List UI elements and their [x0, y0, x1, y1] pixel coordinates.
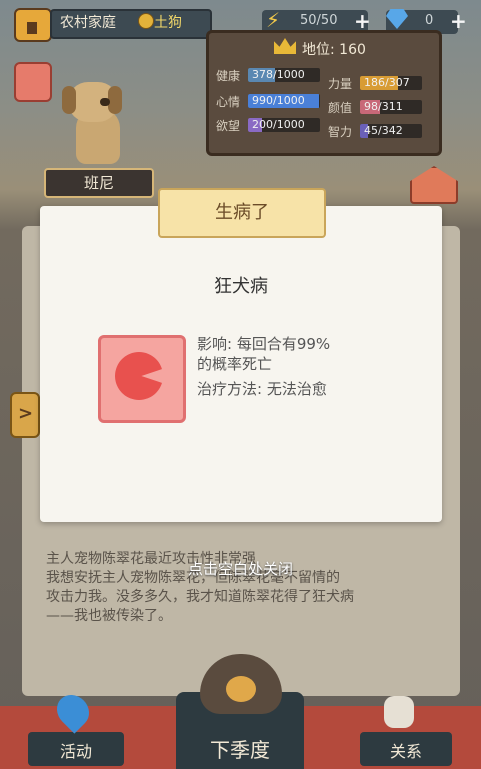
dog-type-badge-icon: [138, 13, 154, 29]
disease-effect-line: 影响: 每回合有99%: [197, 335, 331, 353]
stat-value-strength: 186/307: [364, 76, 410, 89]
stat-label-desire: 欲望: [216, 119, 241, 133]
stat-bar-desire: 200/1000: [248, 118, 320, 132]
stat-label-strength: 力量: [328, 77, 353, 91]
stat-label-mood: 心情: [216, 95, 241, 109]
dog-nose: [100, 98, 110, 106]
stat-bar-mood: 990/1000: [248, 94, 320, 108]
handshake-icon: [384, 696, 414, 728]
stat-value-looks: 98/311: [364, 100, 403, 113]
pet-tag-button[interactable]: [14, 62, 52, 102]
story-line: 攻击力我。没多多久，我才知道陈翠花得了狂犬病: [46, 589, 354, 605]
stat-label-looks: 颜值: [328, 101, 353, 115]
energy-value: 50/50: [300, 13, 338, 28]
close-hint[interactable]: 点击空白处关闭: [0, 558, 481, 579]
dog-type: 土狗: [154, 15, 182, 31]
disease-effect-line: 的概率死亡: [197, 355, 273, 373]
stat-bar-health: 378/1000: [248, 68, 320, 82]
story-line: ——我也被传染了。: [46, 608, 172, 624]
dog-name: 班尼: [83, 174, 114, 192]
disease-treatment: 治疗方法: 无法治愈: [197, 380, 327, 398]
stat-bar-strength: 186/307: [360, 76, 422, 90]
side-arrow-button[interactable]: >: [10, 392, 40, 438]
stat-bar-intelligence: 45/342: [360, 124, 422, 138]
lightning-icon: ⚡: [266, 8, 281, 32]
disease-effect: 影响: 每回合有99% 的概率死亡: [197, 334, 407, 374]
stat-value-intelligence: 45/342: [364, 124, 403, 137]
stat-value-health: 378/1000: [252, 68, 305, 81]
stat-label-intelligence: 智力: [328, 125, 353, 139]
nav-next-season-label: 下季度: [210, 738, 270, 762]
home-name: 农村家庭: [60, 15, 116, 31]
stat-value-desire: 200/1000: [252, 118, 305, 131]
home-icon[interactable]: [14, 8, 52, 42]
gem-value: 0: [425, 13, 434, 28]
add-gem-button[interactable]: +: [450, 9, 467, 33]
dog-ear-left: [62, 86, 76, 114]
modal-title: 生病了: [215, 202, 269, 223]
rabies-mouth-icon: [115, 352, 163, 400]
stat-bar-looks: 98/311: [360, 100, 422, 114]
nav-relations-label: 关系: [389, 742, 422, 761]
stat-value-mood: 990/1000: [252, 94, 305, 107]
nav-activity-label: 活动: [59, 742, 92, 761]
rabies-icon: [98, 335, 186, 423]
stat-label-health: 健康: [216, 69, 241, 83]
dog-avatar[interactable]: [62, 78, 132, 166]
disease-name: 狂犬病: [214, 276, 268, 297]
chevron-right-icon: >: [18, 403, 34, 424]
dog-ear-right: [108, 86, 122, 114]
rank-value: 地位: 160: [302, 42, 366, 58]
